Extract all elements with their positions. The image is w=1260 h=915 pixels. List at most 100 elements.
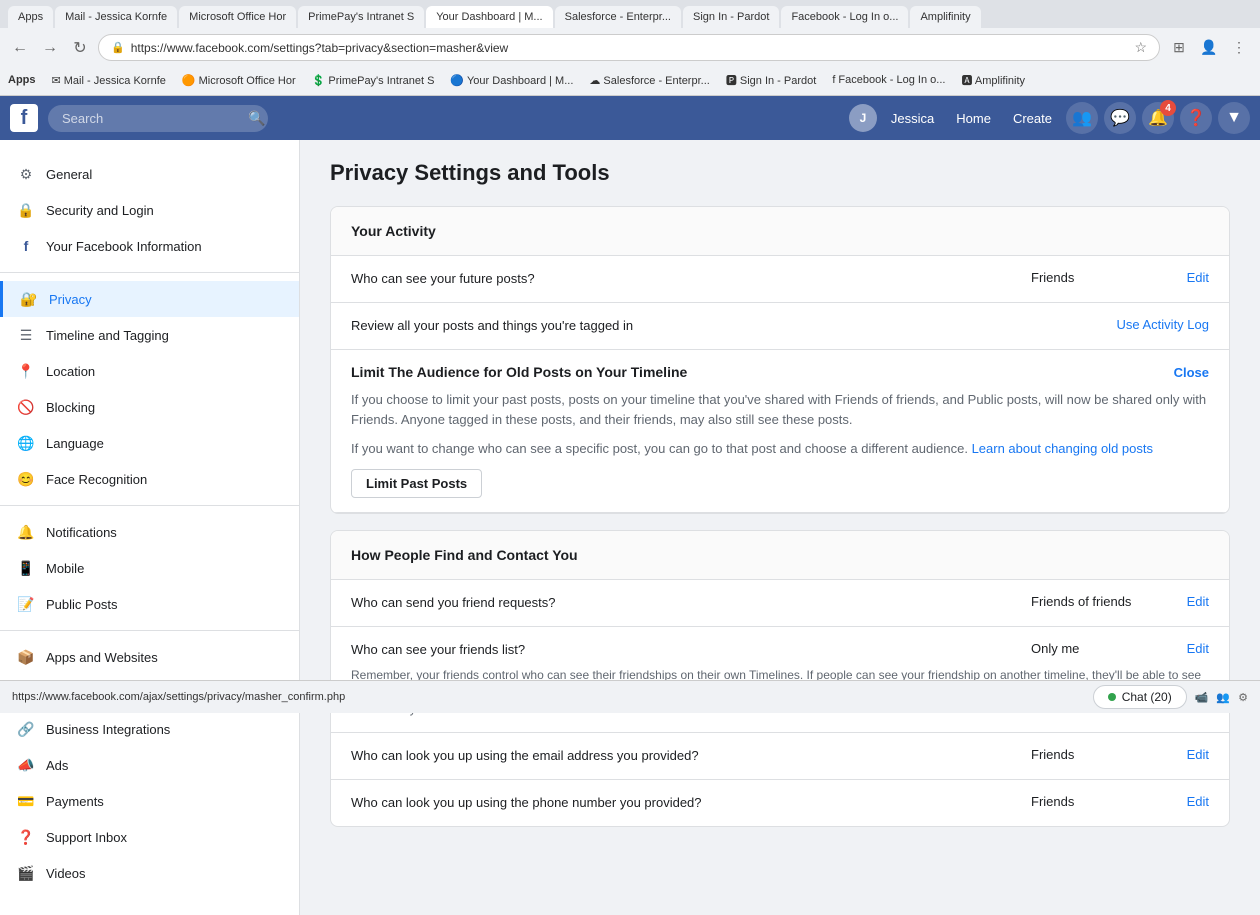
future-posts-edit-link[interactable]: Edit bbox=[1187, 270, 1209, 285]
user-name-label[interactable]: Jessica bbox=[883, 107, 942, 130]
sidebar: ⚙ General 🔒 Security and Login f Your Fa… bbox=[0, 140, 300, 915]
create-button[interactable]: Create bbox=[1005, 107, 1060, 130]
ads-icon: 📣 bbox=[16, 755, 36, 775]
bookmark-star-icon[interactable]: ☆ bbox=[1134, 39, 1147, 56]
refresh-button[interactable]: ↻ bbox=[68, 36, 92, 60]
browser-tab-amplify[interactable]: Amplifinity bbox=[910, 6, 980, 28]
activity-log-row: Review all your posts and things you're … bbox=[331, 303, 1229, 350]
facebook-header: f 🔍 J Jessica Home Create 👥 💬 🔔 4 ❓ ▼ bbox=[0, 96, 1260, 140]
browser-tab-salesforce[interactable]: Salesforce - Enterpr... bbox=[555, 6, 681, 28]
video-call-icon[interactable]: 📹 bbox=[1195, 691, 1209, 704]
sidebar-item-payments[interactable]: 💳 Payments bbox=[0, 783, 299, 819]
friends-list-action: Edit bbox=[1149, 641, 1209, 659]
browser-tab-apps[interactable]: Apps bbox=[8, 6, 53, 28]
sidebar-item-ads[interactable]: 📣 Ads bbox=[0, 747, 299, 783]
bookmark-office[interactable]: 🟠 Microsoft Office Hor bbox=[178, 72, 300, 89]
phone-lookup-edit-link[interactable]: Edit bbox=[1187, 794, 1209, 809]
phone-lookup-action: Edit bbox=[1149, 794, 1209, 809]
friends-online-icon[interactable]: 👥 bbox=[1216, 691, 1230, 704]
bookmark-salesforce[interactable]: ☁ Salesforce - Enterpr... bbox=[585, 72, 713, 89]
menu-button[interactable]: ⋮ bbox=[1226, 35, 1252, 61]
notifications-icon-button[interactable]: 🔔 4 bbox=[1142, 102, 1174, 134]
url-bar[interactable]: 🔒 https://www.facebook.com/settings?tab=… bbox=[98, 34, 1160, 61]
phone-lookup-row: Who can look you up using the phone numb… bbox=[331, 780, 1229, 826]
payments-icon: 💳 bbox=[16, 791, 36, 811]
sidebar-item-business-integrations[interactable]: 🔗 Business Integrations bbox=[0, 711, 299, 747]
bookmark-amplify[interactable]: 🅰 Amplifinity bbox=[957, 70, 1029, 90]
sidebar-item-support-inbox[interactable]: ❓ Support Inbox bbox=[0, 819, 299, 855]
main-content: Privacy Settings and Tools Your Activity… bbox=[300, 140, 1260, 915]
back-button[interactable]: ← bbox=[8, 36, 32, 60]
chat-button[interactable]: Chat (20) bbox=[1093, 685, 1187, 709]
sidebar-item-privacy[interactable]: 🔐 Privacy bbox=[0, 281, 299, 317]
browser-tab-mail[interactable]: Mail - Jessica Kornfe bbox=[55, 6, 177, 28]
sidebar-label-security: Security and Login bbox=[46, 203, 154, 218]
home-link[interactable]: Home bbox=[948, 107, 999, 130]
forward-button[interactable]: → bbox=[38, 36, 62, 60]
chat-online-dot bbox=[1108, 693, 1116, 701]
limit-section-close-link[interactable]: Close bbox=[1174, 365, 1209, 380]
bookmark-pardot[interactable]: 🅿 Sign In - Pardot bbox=[722, 70, 821, 90]
friends-icon-button[interactable]: 👥 bbox=[1066, 102, 1098, 134]
future-posts-action: Edit bbox=[1149, 270, 1209, 285]
messages-icon-button[interactable]: 💬 bbox=[1104, 102, 1136, 134]
profile-button[interactable]: 👤 bbox=[1196, 35, 1222, 61]
user-avatar[interactable]: J bbox=[849, 104, 877, 132]
sidebar-item-timeline[interactable]: ☰ Timeline and Tagging bbox=[0, 317, 299, 353]
bookmark-facebook[interactable]: f Facebook - Log In o... bbox=[828, 72, 949, 88]
bookmark-mail[interactable]: ✉ Mail - Jessica Kornfe bbox=[48, 72, 170, 89]
browser-tab-facebook[interactable]: Facebook - Log In o... bbox=[781, 6, 908, 28]
notifications-icon: 🔔 bbox=[16, 522, 36, 542]
sidebar-item-public-posts[interactable]: 📝 Public Posts bbox=[0, 586, 299, 622]
sidebar-item-videos[interactable]: 🎬 Videos bbox=[0, 855, 299, 891]
language-icon: 🌐 bbox=[16, 433, 36, 453]
privacy-icon: 🔐 bbox=[19, 289, 39, 309]
gear-icon: ⚙ bbox=[16, 164, 36, 184]
sidebar-item-your-facebook[interactable]: f Your Facebook Information bbox=[0, 228, 299, 264]
search-button[interactable]: 🔍 bbox=[248, 110, 265, 127]
email-lookup-edit-link[interactable]: Edit bbox=[1187, 747, 1209, 762]
how-people-find-title: How People Find and Contact You bbox=[331, 531, 1229, 580]
limit-past-posts-section: Limit The Audience for Old Posts on Your… bbox=[331, 350, 1229, 513]
sidebar-item-mobile[interactable]: 📱 Mobile bbox=[0, 550, 299, 586]
browser-tab-pardot[interactable]: Sign In - Pardot bbox=[683, 6, 779, 28]
settings-cog-icon[interactable]: ⚙ bbox=[1238, 691, 1248, 704]
page-container: ⚙ General 🔒 Security and Login f Your Fa… bbox=[0, 140, 1260, 915]
browser-tab-office[interactable]: Microsoft Office Hor bbox=[179, 6, 296, 28]
bookmark-primepay[interactable]: 💲 PrimePay's Intranet S bbox=[308, 72, 439, 89]
friend-requests-edit-link[interactable]: Edit bbox=[1187, 594, 1209, 609]
sidebar-item-notifications[interactable]: 🔔 Notifications bbox=[0, 514, 299, 550]
sidebar-label-public-posts: Public Posts bbox=[46, 597, 118, 612]
sidebar-item-language[interactable]: 🌐 Language bbox=[0, 425, 299, 461]
sidebar-item-general[interactable]: ⚙ General bbox=[0, 156, 299, 192]
activity-log-link[interactable]: Use Activity Log bbox=[1117, 317, 1210, 332]
sidebar-label-payments: Payments bbox=[46, 794, 104, 809]
blocking-icon: 🚫 bbox=[16, 397, 36, 417]
sidebar-item-face-recognition[interactable]: 😊 Face Recognition bbox=[0, 461, 299, 497]
extensions-button[interactable]: ⊞ bbox=[1166, 35, 1192, 61]
search-input[interactable] bbox=[48, 105, 268, 132]
limit-section-desc-1: If you choose to limit your past posts, … bbox=[351, 390, 1209, 429]
sidebar-item-location[interactable]: 📍 Location bbox=[0, 353, 299, 389]
shield-icon: 🔒 bbox=[16, 200, 36, 220]
email-lookup-question: Who can look you up using the email addr… bbox=[351, 747, 1019, 765]
facebook-logo[interactable]: f bbox=[10, 104, 38, 132]
limit-past-posts-button[interactable]: Limit Past Posts bbox=[351, 469, 482, 498]
sidebar-item-apps-websites[interactable]: 📦 Apps and Websites bbox=[0, 639, 299, 675]
browser-chrome: Apps Mail - Jessica Kornfe Microsoft Off… bbox=[0, 0, 1260, 96]
friends-list-question: Who can see your friends list? bbox=[351, 641, 1019, 659]
sidebar-divider-1 bbox=[0, 272, 299, 273]
bookmark-dashboard[interactable]: 🔵 Your Dashboard | M... bbox=[446, 72, 577, 89]
browser-tab-dashboard[interactable]: Your Dashboard | M... bbox=[426, 6, 552, 28]
sidebar-divider-3 bbox=[0, 630, 299, 631]
sidebar-item-security[interactable]: 🔒 Security and Login bbox=[0, 192, 299, 228]
sidebar-item-blocking[interactable]: 🚫 Blocking bbox=[0, 389, 299, 425]
limit-section-desc-2: If you want to change who can see a spec… bbox=[351, 439, 1209, 459]
friends-list-edit-link[interactable]: Edit bbox=[1187, 641, 1209, 656]
help-icon-button[interactable]: ❓ bbox=[1180, 102, 1212, 134]
browser-tab-primepay[interactable]: PrimePay's Intranet S bbox=[298, 6, 424, 28]
sidebar-label-videos: Videos bbox=[46, 866, 86, 881]
learn-link[interactable]: Learn about changing old posts bbox=[972, 441, 1153, 456]
account-menu-button[interactable]: ▼ bbox=[1218, 102, 1250, 134]
sidebar-divider-2 bbox=[0, 505, 299, 506]
